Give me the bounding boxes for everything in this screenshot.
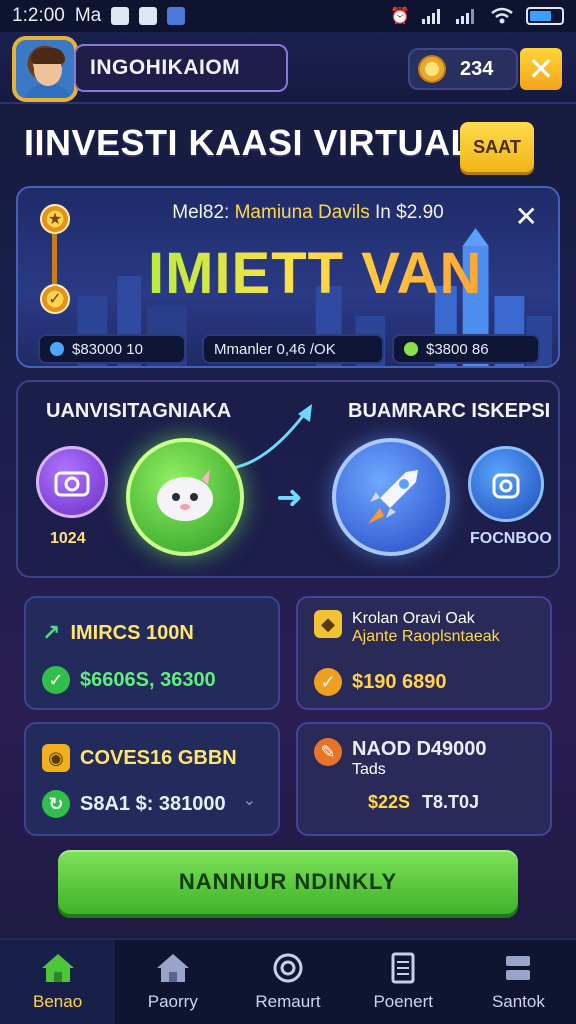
check-icon: ✓ <box>42 666 70 694</box>
card-naod-value-rest: T8.T0J <box>422 792 480 812</box>
nav-item-poenert[interactable]: Poenert <box>346 940 461 1024</box>
status-right: ⏰ <box>390 6 564 26</box>
stat-3: $3800 86 <box>426 340 489 358</box>
status-carrier: Ma <box>74 5 102 26</box>
document-icon <box>391 952 415 984</box>
camera-orb-icon[interactable] <box>36 446 108 518</box>
card-income-value: $6606S, 36300 <box>80 668 216 691</box>
progress-track: ★ ✓ <box>40 204 70 314</box>
page-title: IINVESTI KAASI VIRTUAL <box>24 122 474 163</box>
check-coin-icon: ✓ <box>314 668 342 696</box>
stat-2: Mmanler 0,46 /OK <box>214 340 336 358</box>
username: INGOHIKAIOM <box>90 56 241 79</box>
status-bar: 1:2:00 Ma ⏰ <box>0 0 576 32</box>
conversion-panel: UANVISITAGNIAKA BUAMRARC ISKEPSI ➜ 1024 … <box>16 380 560 578</box>
gem-icon <box>404 342 418 356</box>
nav-item-home[interactable]: Benao <box>0 940 116 1024</box>
ticket-icon: ✎ <box>314 738 342 766</box>
close-icon: ✕ <box>527 51 555 87</box>
flow-left-title: UANVISITAGNIAKA <box>46 400 232 422</box>
signal-icon-2 <box>456 9 474 24</box>
globe-icon <box>273 953 303 983</box>
chevron-down-icon[interactable]: ⌄ <box>243 790 256 810</box>
camera-icon: ◉ <box>42 744 70 772</box>
hero-subtitle-pre: Mel82: <box>172 202 230 223</box>
nav-label-home: Benao <box>33 992 83 1011</box>
arrow-right-icon: ➜ <box>276 479 303 515</box>
server-icon <box>506 956 531 980</box>
nav-item-paorry[interactable]: Paorry <box>115 940 230 1024</box>
nav-item-remaurt[interactable]: Remaurt <box>230 940 345 1024</box>
card-reward-subtitle: Ajante Raoplsntaeak <box>352 628 500 645</box>
coin-balance[interactable]: 234 <box>408 48 518 90</box>
app-icon <box>167 7 186 25</box>
status-left: 1:2:00 Ma <box>12 5 186 27</box>
card-naod-title: NAOD D49000 <box>352 738 487 760</box>
start-button[interactable]: SAAT <box>460 122 534 172</box>
coin-count: 234 <box>460 57 494 80</box>
nav-label-santok: Santok <box>491 992 545 1011</box>
tag-icon: ◆ <box>314 610 342 638</box>
image-icon <box>139 7 158 25</box>
card-income-title: IMIRCS 100N <box>70 621 194 644</box>
notification-icon <box>111 7 130 25</box>
card-naod-value-accent: $22S <box>368 792 411 812</box>
milestone-check-icon: ✓ <box>40 284 70 314</box>
stat-1: $83000 10 <box>72 340 143 358</box>
trend-arrow-icon <box>231 404 312 470</box>
milestone-icon: ★ <box>40 204 70 234</box>
lock-orb-icon[interactable] <box>468 446 544 522</box>
bottom-nav: Benao Paorry Remaurt Poenert Santok <box>0 938 576 1024</box>
close-button[interactable]: ✕ <box>520 48 562 90</box>
cycle-icon: ↻ <box>42 790 70 818</box>
nav-label-poenert: Poenert <box>373 992 433 1011</box>
card-coves-value: S8A1 $: 381000 <box>80 792 226 815</box>
wifi-icon <box>491 7 513 24</box>
hero-subtitle: Mel82: Mamiuna Davils In $2.90 <box>128 202 488 224</box>
avatar[interactable] <box>12 36 78 102</box>
nav-label-remaurt: Remaurt <box>255 992 321 1011</box>
card-income[interactable]: ↗ IMIRCS 100N ✓ $6606S, 36300 <box>24 596 280 710</box>
primary-action-label: NANNIUR NDINKLY <box>178 869 398 894</box>
trend-up-icon: ↗ <box>42 620 61 645</box>
mascot-orb-icon[interactable] <box>126 438 244 556</box>
username-box[interactable]: INGOHIKAIOM <box>74 44 288 92</box>
card-coves[interactable]: ◉ COVES16 GBBN ↻ S8A1 $: 381000 ⌄ <box>24 722 280 836</box>
coin-icon <box>50 342 64 356</box>
start-button-label: SAAT <box>473 136 521 157</box>
battery-icon <box>526 7 564 25</box>
hero-subtitle-accent: Mamiuna Davils <box>234 202 370 223</box>
top-header: INGOHIKAIOM 234 ✕ <box>0 32 576 104</box>
stat-pill-3: $3800 86 <box>392 334 540 364</box>
flow-right-title: BUAMRARC ISKEPSI <box>348 400 551 422</box>
card-reward-title: Krolan Oravi Oak <box>352 610 475 627</box>
card-reward-value: $190 6890 <box>352 670 447 693</box>
alarm-icon: ⏰ <box>390 8 410 25</box>
hero-banner[interactable]: ★ ✓ Mel82: Mamiuna Davils In $2.90 ✕ IMI… <box>16 186 560 368</box>
card-reward[interactable]: ◆ Krolan Oravi Oak Ajante Raoplsntaeak ✓… <box>296 596 552 710</box>
primary-action-button[interactable]: NANNIUR NDINKLY <box>58 850 518 914</box>
card-naod[interactable]: ✎ NAOD D49000 Tads $22S T8.T0J <box>296 722 552 836</box>
coin-icon <box>418 55 446 83</box>
card-coves-title: COVES16 GBBN <box>80 746 237 769</box>
hero-close-icon[interactable]: ✕ <box>515 200 538 233</box>
house-icon <box>156 954 189 982</box>
nav-item-santok[interactable]: Santok <box>461 940 576 1024</box>
stat-pill-2: Mmanler 0,46 /OK <box>202 334 384 364</box>
card-naod-subtitle: Tads <box>352 761 386 778</box>
nav-label-paorry: Paorry <box>147 992 198 1011</box>
hero-subtitle-post: In $2.90 <box>375 202 444 223</box>
flow-left-value: 1024 <box>50 530 86 547</box>
status-time: 1:2:00 <box>12 5 65 26</box>
flow-right-label: FOCNBOO <box>470 530 552 547</box>
hero-headline: IMIETT VAN <box>148 241 483 306</box>
signal-icon <box>422 9 440 24</box>
rocket-orb-icon[interactable] <box>332 438 450 556</box>
home-icon <box>41 954 74 982</box>
stat-pill-1: $83000 10 <box>38 334 186 364</box>
